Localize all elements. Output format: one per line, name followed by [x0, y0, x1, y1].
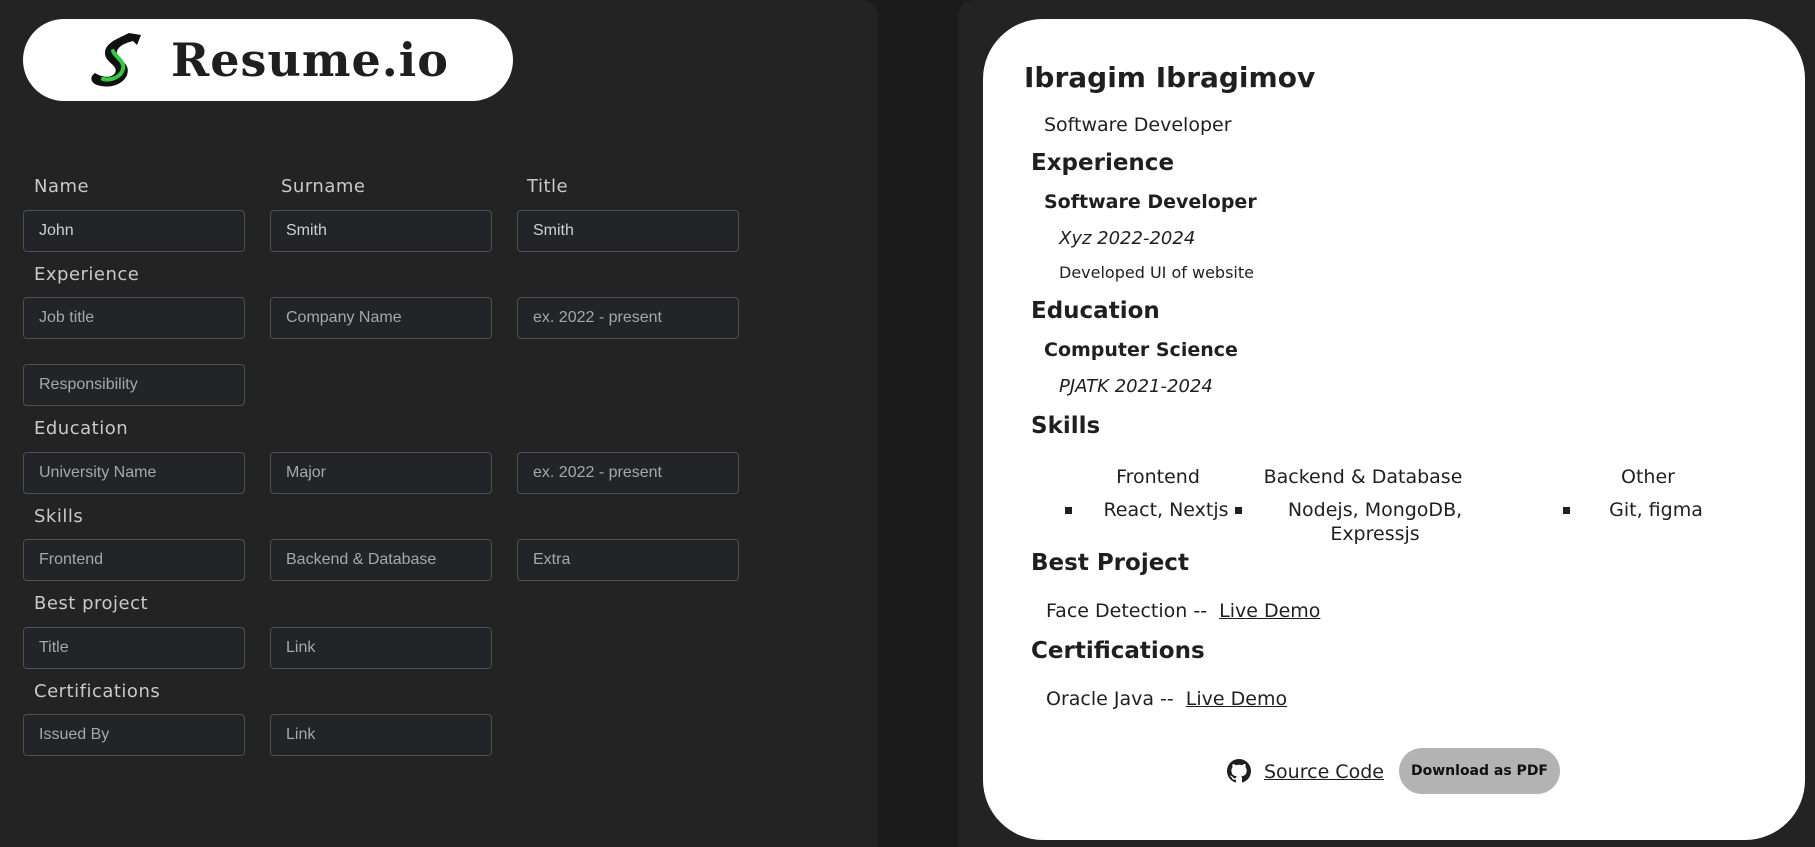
best-project-live-demo-link[interactable]: Live Demo — [1219, 600, 1320, 622]
skills-other-head: Other — [1621, 466, 1675, 488]
experience-job-title: Software Developer — [1044, 191, 1257, 213]
title-label: Title — [527, 176, 569, 197]
logo-badge: Resume.io — [23, 19, 513, 101]
bullet-icon — [1235, 507, 1242, 514]
skills-backend-head: Backend & Database — [1263, 466, 1463, 488]
certifications-label: Certifications — [34, 681, 161, 702]
certification-title: Oracle Java -- — [1046, 688, 1174, 710]
certification-link-input[interactable] — [270, 714, 492, 756]
bullet-icon — [1065, 507, 1072, 514]
experience-responsibility: Developed UI of website — [1059, 263, 1254, 282]
experience-label: Experience — [34, 264, 140, 285]
bullet-icon — [1563, 507, 1570, 514]
skills-frontend-head: Frontend — [1116, 466, 1200, 488]
best-project-title: Face Detection -- — [1046, 600, 1208, 622]
experience-company-years: Xyz 2022-2024 — [1059, 228, 1196, 249]
frontend-input[interactable] — [23, 539, 245, 581]
skills-other-item: Git, figma — [1609, 499, 1703, 521]
skills-backend-column: Backend & Database Nodejs, MongoDB, Expr… — [1235, 466, 1483, 546]
university-input[interactable] — [23, 452, 245, 494]
education-school-years: PJATK 2021-2024 — [1059, 376, 1213, 397]
major-input[interactable] — [270, 452, 492, 494]
github-icon[interactable] — [1227, 759, 1251, 783]
source-code-link[interactable]: Source Code — [1264, 761, 1384, 783]
education-years-input[interactable] — [517, 452, 739, 494]
list-item: Git, figma — [1553, 498, 1743, 522]
resume-preview: Ibragim Ibragimov Software Developer Exp… — [983, 19, 1805, 840]
logo-text: Resume.io — [171, 33, 449, 87]
skills-frontend-column: Frontend React, Nextjs — [1063, 466, 1253, 522]
backend-database-input[interactable] — [270, 539, 492, 581]
best-project-heading: Best Project — [1031, 550, 1189, 576]
resume-name: Ibragim Ibragimov — [1024, 61, 1316, 94]
name-label: Name — [34, 176, 90, 197]
job-title-input[interactable] — [23, 297, 245, 339]
editor-panel: Resume.io Name Surname Title Experience … — [0, 0, 878, 847]
experience-years-input[interactable] — [517, 297, 739, 339]
skills-other-column: Other Git, figma — [1553, 466, 1743, 522]
certification-row: Oracle Java -- Live Demo — [1046, 688, 1287, 710]
education-label: Education — [34, 418, 129, 439]
skills-backend-item-line1: Nodejs, MongoDB, — [1287, 499, 1463, 521]
education-heading: Education — [1031, 298, 1160, 324]
issued-by-input[interactable] — [23, 714, 245, 756]
surname-label: Surname — [281, 176, 366, 197]
certifications-heading: Certifications — [1031, 638, 1205, 664]
project-link-input[interactable] — [270, 627, 492, 669]
title-input[interactable] — [517, 210, 739, 252]
project-title-input[interactable] — [23, 627, 245, 669]
download-pdf-button[interactable]: Download as PDF — [1399, 748, 1560, 794]
company-name-input[interactable] — [270, 297, 492, 339]
list-item: React, Nextjs — [1063, 498, 1253, 522]
resume-role: Software Developer — [1044, 114, 1232, 136]
s-arrow-logo-icon — [91, 33, 141, 87]
best-project-row: Face Detection -- Live Demo — [1046, 600, 1320, 622]
skills-backend-item-line2: Expressjs — [1330, 523, 1420, 545]
education-major: Computer Science — [1044, 339, 1238, 361]
name-input[interactable] — [23, 210, 245, 252]
skills-frontend-item: React, Nextjs — [1103, 499, 1229, 521]
list-item: Nodejs, MongoDB, Expressjs — [1235, 498, 1483, 546]
experience-heading: Experience — [1031, 150, 1175, 176]
extra-skills-input[interactable] — [517, 539, 739, 581]
responsibility-input[interactable] — [23, 364, 245, 406]
skills-heading: Skills — [1031, 413, 1101, 439]
surname-input[interactable] — [270, 210, 492, 252]
certification-live-demo-link[interactable]: Live Demo — [1186, 688, 1287, 710]
skills-label: Skills — [34, 506, 84, 527]
best-project-label: Best project — [34, 593, 149, 614]
